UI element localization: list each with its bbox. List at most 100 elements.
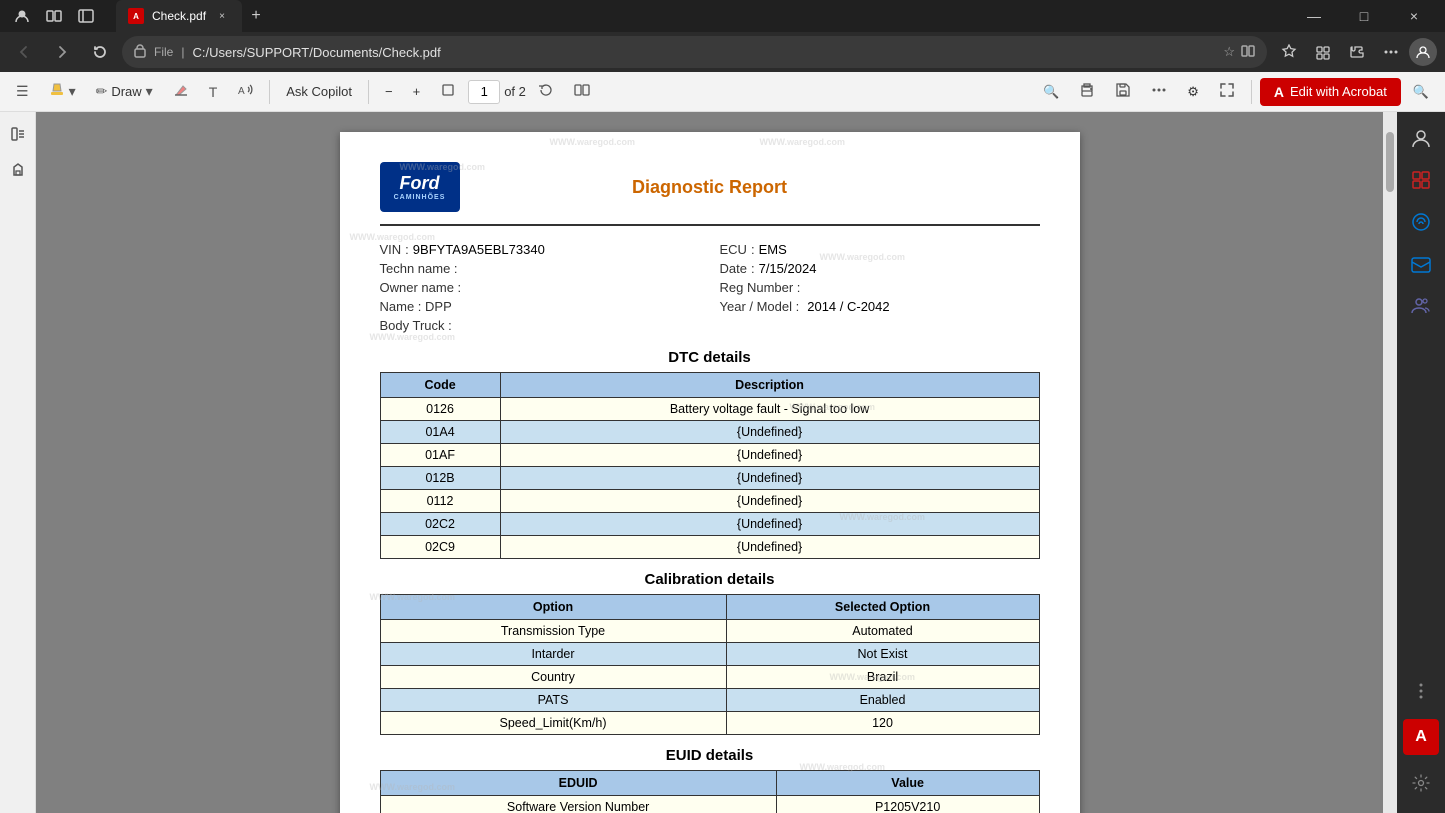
- profile-icon[interactable]: [8, 2, 36, 30]
- address-separator: |: [181, 45, 184, 59]
- chevron-icon: ▾: [69, 83, 76, 100]
- forward-btn[interactable]: [46, 36, 78, 68]
- toolbar-divider-1: [269, 80, 270, 104]
- report-header: Ford CAMINHÕES Diagnostic Report: [380, 162, 1040, 226]
- profile-avatar[interactable]: [1409, 38, 1437, 66]
- acrobat-side-icon[interactable]: A: [1403, 719, 1439, 755]
- zoom-in-btn[interactable]: +: [405, 80, 429, 103]
- active-tab[interactable]: A Check.pdf ×: [116, 0, 242, 32]
- edit-acrobat-btn[interactable]: A Edit with Acrobat: [1260, 78, 1401, 106]
- highlight-btn[interactable]: ▾: [41, 78, 84, 105]
- print-btn[interactable]: [1071, 78, 1103, 105]
- page-input[interactable]: [468, 80, 500, 104]
- search-btn[interactable]: 🔍: [1035, 80, 1067, 104]
- edge-side-panel: A: [1397, 112, 1445, 813]
- edge-more-tools-icon[interactable]: [1403, 673, 1439, 709]
- cal-option: Country: [380, 666, 726, 689]
- spread-btn[interactable]: [566, 78, 598, 105]
- address-box[interactable]: File | C:/Users/SUPPORT/Documents/Check.…: [122, 36, 1267, 68]
- date-value: 7/15/2024: [759, 261, 817, 276]
- zoom-out-btn[interactable]: −: [377, 80, 401, 103]
- browser-toolbar: [1273, 36, 1437, 68]
- extensions-btn[interactable]: [1341, 36, 1373, 68]
- ask-copilot-btn[interactable]: Ask Copilot: [278, 80, 360, 103]
- edge-favorites-icon[interactable]: [1403, 162, 1439, 198]
- page-total: of 2: [504, 84, 526, 99]
- euid-id: Software Version Number: [380, 796, 776, 813]
- euid-section-title: EUID details: [380, 747, 1040, 764]
- text-btn[interactable]: T: [201, 80, 226, 104]
- read-aloud-btn[interactable]: A: [229, 78, 261, 105]
- euid-table: EDUID Value Software Version NumberP1205…: [380, 770, 1040, 813]
- save-btn[interactable]: [1107, 78, 1139, 105]
- more-tools-btn[interactable]: [1143, 78, 1175, 105]
- edge-teams-icon[interactable]: [1403, 288, 1439, 324]
- more-btn[interactable]: [1375, 36, 1407, 68]
- ecu-label: ECU: [720, 242, 747, 257]
- text-icon: T: [209, 84, 218, 100]
- table-row: Software Version NumberP1205V210: [380, 796, 1039, 813]
- dtc-code: 0126: [380, 398, 500, 421]
- close-btn[interactable]: ×: [1391, 0, 1437, 32]
- table-row: 0112{Undefined}: [380, 490, 1039, 513]
- scrollbar[interactable]: [1383, 112, 1397, 813]
- tab-favicon: A: [128, 8, 144, 24]
- fullscreen-btn[interactable]: [1211, 78, 1243, 105]
- search-right-btn[interactable]: 🔍: [1405, 80, 1437, 104]
- dtc-code: 012B: [380, 467, 500, 490]
- fullscreen-icon: [1219, 82, 1235, 101]
- report-title: Diagnostic Report: [460, 177, 960, 198]
- table-row: 0126Battery voltage fault - Signal too l…: [380, 398, 1039, 421]
- refresh-btn[interactable]: [84, 36, 116, 68]
- back-btn[interactable]: [8, 36, 40, 68]
- draw-btn[interactable]: ✏ Draw ▾: [88, 79, 161, 104]
- protocol-icon: [134, 44, 146, 61]
- ford-logo-text: Ford: [400, 173, 440, 194]
- collections-btn[interactable]: [1307, 36, 1339, 68]
- table-row: 01A4{Undefined}: [380, 421, 1039, 444]
- print-icon: [1079, 82, 1095, 101]
- reg-label: Reg Number :: [720, 280, 801, 295]
- tab-groups-icon[interactable]: [40, 2, 68, 30]
- edge-outlook-icon[interactable]: [1403, 246, 1439, 282]
- fit-btn[interactable]: [432, 78, 464, 105]
- cal-option: Intarder: [380, 643, 726, 666]
- pdf-page: WWW.waregod.com WWW.waregod.com WWW.ware…: [340, 132, 1080, 813]
- edge-copilot-icon[interactable]: [1403, 204, 1439, 240]
- dtc-desc: {Undefined}: [500, 490, 1039, 513]
- dtc-code: 01AF: [380, 444, 500, 467]
- owner-label: Owner name :: [380, 280, 462, 295]
- star-icon[interactable]: ☆: [1223, 44, 1235, 60]
- new-tab-btn[interactable]: +: [242, 0, 270, 32]
- dtc-col-desc: Description: [500, 373, 1039, 398]
- rotate-btn[interactable]: [530, 78, 562, 105]
- cal-col-selected: Selected Option: [726, 595, 1039, 620]
- tab-strip: A Check.pdf × +: [116, 0, 1283, 32]
- owner-row: Owner name :: [380, 280, 700, 295]
- erase-btn[interactable]: [165, 78, 197, 105]
- minimize-btn[interactable]: —: [1291, 0, 1337, 32]
- reading-view-icon[interactable]: [1241, 44, 1255, 61]
- edge-settings-icon[interactable]: [1403, 765, 1439, 801]
- save-icon: [1115, 82, 1131, 101]
- ford-logo-sub: CAMINHÕES: [394, 194, 446, 201]
- scroll-thumb[interactable]: [1386, 132, 1394, 192]
- maximize-btn[interactable]: □: [1341, 0, 1387, 32]
- cal-option: Transmission Type: [380, 620, 726, 643]
- draw-label: Draw: [111, 84, 141, 99]
- edge-profile-icon[interactable]: [1403, 120, 1439, 156]
- panel-tool-1[interactable]: [4, 120, 32, 148]
- draw-chevron-icon: ▾: [146, 83, 153, 100]
- vertical-tabs-icon[interactable]: [72, 2, 100, 30]
- tools-menu-btn[interactable]: ☰: [8, 79, 37, 104]
- panel-tool-2[interactable]: [4, 156, 32, 184]
- settings-btn[interactable]: ⚙: [1179, 80, 1207, 104]
- tab-close-btn[interactable]: ×: [214, 8, 230, 24]
- favorites-btn[interactable]: [1273, 36, 1305, 68]
- dtc-desc: {Undefined}: [500, 444, 1039, 467]
- pdf-viewer[interactable]: WWW.waregod.com WWW.waregod.com WWW.ware…: [36, 112, 1383, 813]
- dtc-desc: {Undefined}: [500, 513, 1039, 536]
- name-label: Name : DPP: [380, 299, 452, 314]
- tools-icon: ☰: [16, 83, 29, 100]
- toolbar-divider-3: [1251, 80, 1252, 104]
